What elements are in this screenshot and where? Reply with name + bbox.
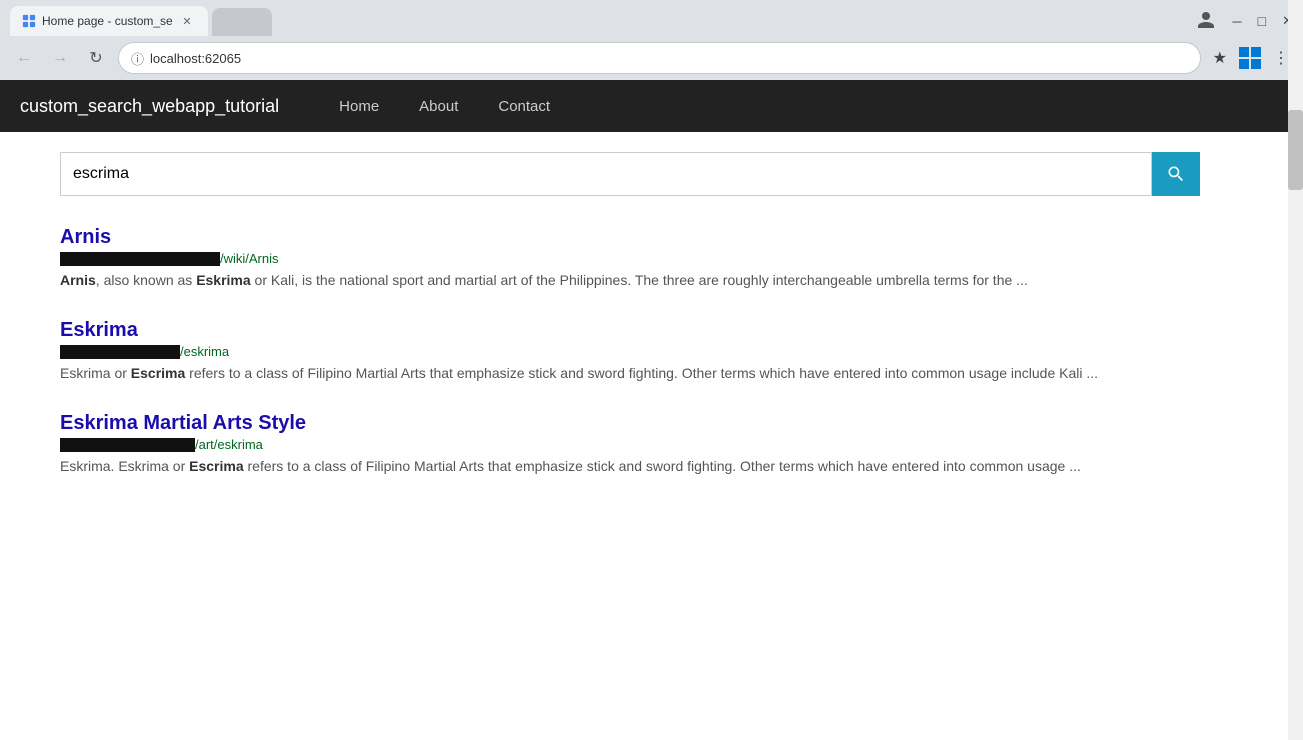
- security-icon: ⓘ: [131, 49, 144, 68]
- tab-title: Home page - custom_se: [42, 14, 172, 28]
- scrollbar-thumb[interactable]: [1288, 110, 1303, 190]
- windows-logo: [1239, 47, 1261, 69]
- search-button[interactable]: [1152, 152, 1200, 196]
- result-url-row-2: /eskrima: [60, 344, 1243, 359]
- result-url-row-1: /wiki/Arnis: [60, 251, 1243, 266]
- result-item-1: Arnis /wiki/Arnis Arnis, also known as E…: [60, 226, 1243, 291]
- result-url-path-2: /eskrima: [180, 344, 229, 359]
- address-bar-row: ← → ↻ ⓘ ★ ⋮: [0, 36, 1303, 80]
- address-bar[interactable]: ⓘ: [118, 42, 1201, 74]
- window-controls: ─ □ ✕: [1196, 10, 1293, 33]
- scrollbar-track[interactable]: [1288, 0, 1303, 740]
- result-title-3-part1: Eskrima: [60, 412, 138, 434]
- result-title-1[interactable]: Arnis: [60, 226, 1243, 249]
- result-url-redacted-1: [60, 252, 220, 266]
- app-navbar: custom_search_webapp_tutorial Home About…: [0, 80, 1303, 132]
- result-snippet-3: Eskrima. Eskrima or Escrima refers to a …: [60, 456, 1160, 477]
- result-url-redacted-2: [60, 345, 180, 359]
- app-nav-links: Home About Contact: [319, 84, 570, 129]
- tab-page-icon: [22, 14, 36, 28]
- result-snippet-2: Eskrima or Escrima refers to a class of …: [60, 363, 1160, 384]
- search-icon: [1166, 164, 1186, 184]
- result-title-2[interactable]: Eskrima: [60, 319, 1243, 342]
- maximize-button[interactable]: □: [1258, 13, 1266, 29]
- bookmark-button[interactable]: ★: [1209, 44, 1231, 72]
- nav-link-contact[interactable]: Contact: [478, 84, 570, 129]
- minimize-button[interactable]: ─: [1232, 14, 1241, 29]
- nav-link-about[interactable]: About: [399, 84, 478, 129]
- new-tab-placeholder[interactable]: [212, 8, 272, 36]
- app-brand: custom_search_webapp_tutorial: [20, 96, 279, 117]
- result-item-3: Eskrima Martial Arts Style /art/eskrima …: [60, 412, 1243, 477]
- search-container: [60, 152, 1200, 196]
- browser-chrome: Home page - custom_se ✕ ─ □ ✕ ← → ↻ ⓘ ★: [0, 0, 1303, 80]
- result-title-3-part2: Martial Arts Style: [138, 412, 306, 434]
- browser-tab[interactable]: Home page - custom_se ✕: [10, 6, 208, 36]
- result-url-path-1: /wiki/Arnis: [220, 251, 279, 266]
- title-bar: Home page - custom_se ✕ ─ □ ✕: [0, 0, 1303, 36]
- forward-button[interactable]: →: [46, 44, 74, 72]
- account-button[interactable]: [1196, 10, 1216, 33]
- search-input[interactable]: [60, 152, 1152, 196]
- result-url-redacted-3: [60, 438, 195, 452]
- back-button[interactable]: ←: [10, 44, 38, 72]
- result-item-2: Eskrima /eskrima Eskrima or Escrima refe…: [60, 319, 1243, 384]
- main-content: Arnis /wiki/Arnis Arnis, also known as E…: [0, 132, 1303, 525]
- result-snippet-1: Arnis, also known as Eskrima or Kali, is…: [60, 270, 1160, 291]
- address-input[interactable]: [150, 51, 1188, 66]
- result-url-row-3: /art/eskrima: [60, 437, 1243, 452]
- tab-close-button[interactable]: ✕: [178, 12, 196, 30]
- result-title-3[interactable]: Eskrima Martial Arts Style: [60, 412, 1243, 435]
- result-url-path-3: /art/eskrima: [195, 437, 263, 452]
- tab-area: Home page - custom_se ✕: [10, 6, 272, 36]
- reload-button[interactable]: ↻: [82, 44, 110, 72]
- nav-link-home[interactable]: Home: [319, 84, 399, 129]
